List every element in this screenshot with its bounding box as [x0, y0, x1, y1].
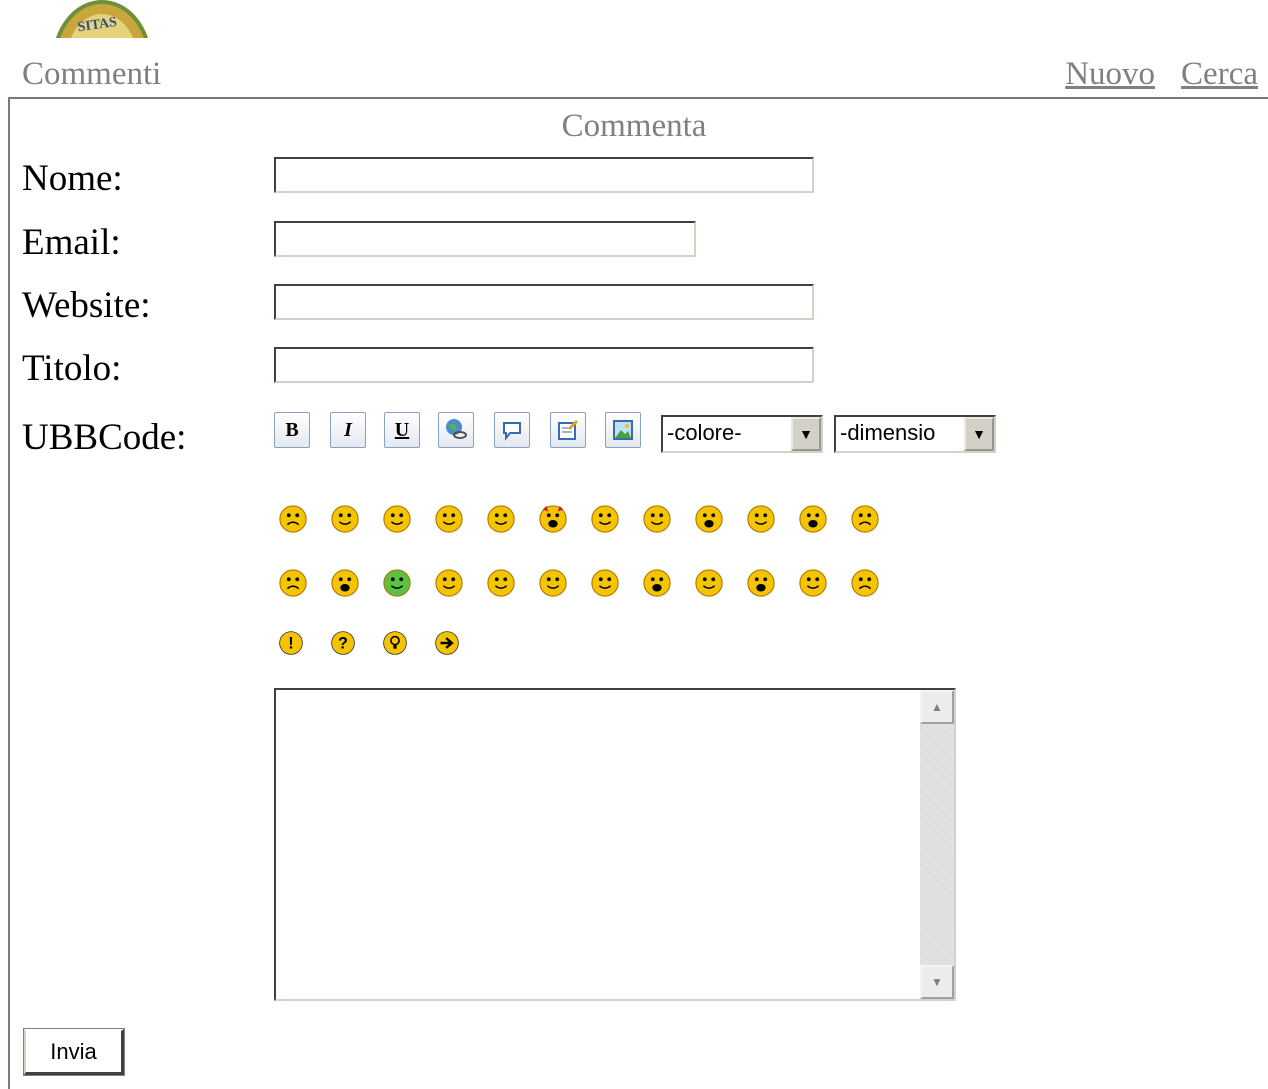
- email-label: Email:: [22, 222, 121, 263]
- sick-icon[interactable]: [382, 568, 414, 600]
- grin-icon[interactable]: [694, 504, 726, 536]
- italic-icon: I: [344, 418, 352, 441]
- form-title: Commenta: [561, 108, 707, 144]
- sleepy-icon[interactable]: [382, 504, 414, 536]
- new-link[interactable]: Nuovo: [1065, 56, 1155, 92]
- title-field[interactable]: [274, 347, 814, 383]
- name-label: Nome:: [22, 158, 123, 199]
- wink-icon[interactable]: [798, 568, 830, 600]
- laugh-icon[interactable]: [798, 504, 830, 536]
- crazy-icon[interactable]: [642, 568, 674, 600]
- surprised-icon[interactable]: [746, 568, 778, 600]
- name-field[interactable]: [274, 157, 814, 193]
- italic-button[interactable]: I: [330, 412, 366, 448]
- bold-icon: B: [285, 418, 299, 441]
- underline-button[interactable]: U: [384, 412, 420, 448]
- arrow-down-icon: ▼: [931, 974, 943, 989]
- arrow-up-icon: ▲: [931, 699, 943, 714]
- textarea-scrollbar[interactable]: ▲ ▼: [920, 690, 954, 999]
- blush-icon[interactable]: [590, 568, 622, 600]
- university-seal-logo: SITAS: [52, 0, 152, 38]
- color-select[interactable]: -colore- ▼: [661, 415, 823, 453]
- size-select[interactable]: -dimensio ▼: [834, 415, 996, 453]
- email-field[interactable]: [274, 221, 696, 257]
- header-nav: Nuovo Cerca: [1039, 56, 1258, 93]
- image-button[interactable]: [605, 412, 641, 448]
- chevron-down-icon: ▼: [964, 417, 994, 451]
- underline-icon: U: [394, 418, 410, 441]
- scroll-up-button[interactable]: ▲: [920, 690, 954, 724]
- kiss-icon[interactable]: [746, 504, 778, 536]
- website-field[interactable]: [274, 284, 814, 320]
- website-label: Website:: [22, 285, 151, 326]
- cool-icon[interactable]: [486, 504, 518, 536]
- svg-text:!: !: [288, 635, 293, 653]
- angry-icon[interactable]: [278, 504, 310, 536]
- annoyed-icon[interactable]: [850, 504, 882, 536]
- scroll-down-button[interactable]: ▼: [920, 965, 954, 999]
- shocked-icon[interactable]: [330, 568, 362, 600]
- submit-button[interactable]: Invia: [23, 1028, 125, 1076]
- image-icon: [613, 420, 633, 440]
- sealed-icon[interactable]: [434, 568, 466, 600]
- section-title: Commenti: [22, 56, 162, 92]
- devil-icon[interactable]: [538, 504, 570, 536]
- svg-text:?: ?: [338, 635, 348, 653]
- search-link[interactable]: Cerca: [1181, 56, 1258, 92]
- title-label: Titolo:: [22, 348, 122, 389]
- email-icon: [558, 419, 579, 440]
- ubbcode-label: UBBCode:: [22, 417, 187, 458]
- email-button[interactable]: [550, 412, 586, 448]
- thinking-icon[interactable]: [694, 568, 726, 600]
- arrow-icon[interactable]: [434, 630, 466, 662]
- message-textarea[interactable]: ▲ ▼: [274, 688, 956, 1001]
- page-header: Commenti Nuovo Cerca: [22, 56, 1258, 96]
- color-select-value: -colore-: [667, 420, 742, 445]
- rolleyes-icon[interactable]: [642, 504, 674, 536]
- sad-icon[interactable]: [278, 568, 310, 600]
- question-icon[interactable]: ?: [330, 630, 362, 662]
- exclamation-icon[interactable]: !: [278, 630, 310, 662]
- bold-button[interactable]: B: [274, 412, 310, 448]
- worried-icon[interactable]: [850, 568, 882, 600]
- angel-icon[interactable]: [590, 504, 622, 536]
- chevron-down-icon: ▼: [791, 417, 821, 451]
- confused-icon[interactable]: [330, 504, 362, 536]
- quote-button[interactable]: [494, 412, 530, 448]
- tongue-icon[interactable]: [538, 568, 570, 600]
- smile-icon[interactable]: [486, 568, 518, 600]
- happy-icon[interactable]: [434, 504, 466, 536]
- idea-icon[interactable]: [382, 630, 414, 662]
- link-icon: [446, 419, 467, 439]
- quote-icon: [503, 422, 521, 441]
- size-select-value: -dimensio: [840, 420, 936, 445]
- link-button[interactable]: [438, 412, 474, 448]
